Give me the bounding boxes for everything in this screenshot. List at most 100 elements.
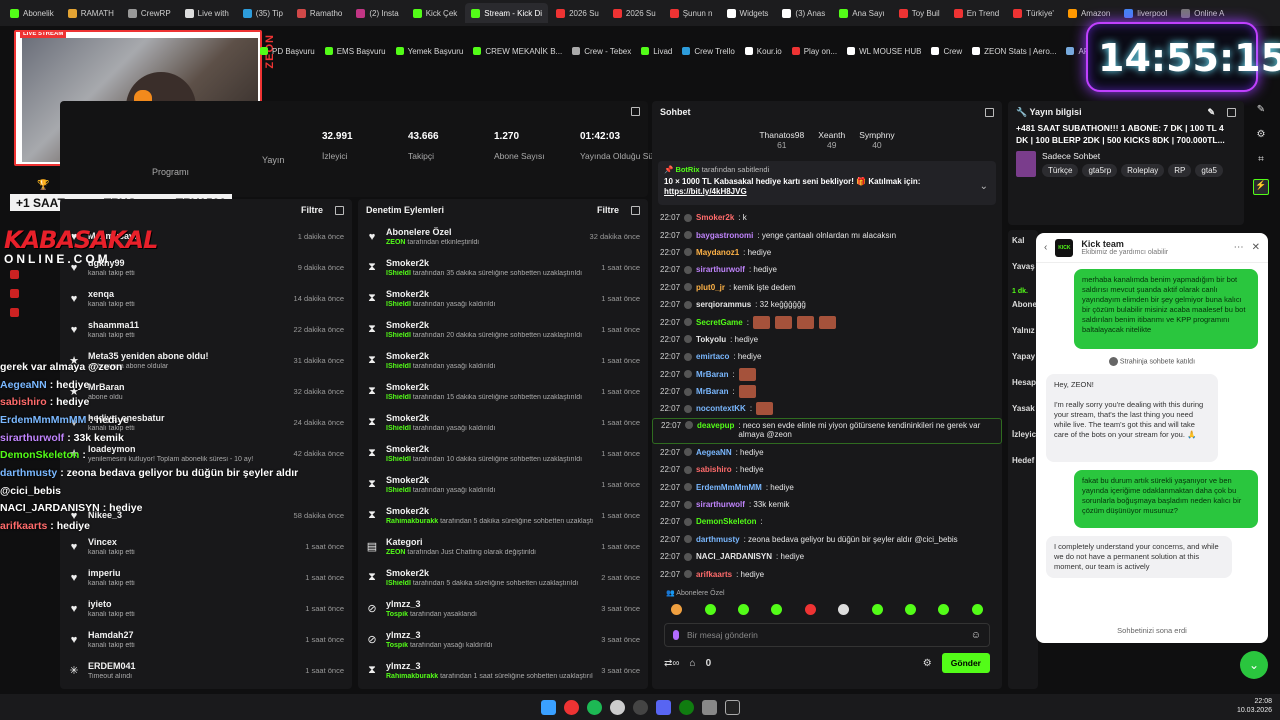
chat-username[interactable]: sirarthurwolf [696,265,745,274]
browser-tab[interactable]: Toy Buil [893,3,946,23]
chat-username[interactable]: deavepup [697,421,734,430]
app-icon[interactable] [701,699,717,715]
pinned-link[interactable]: https://bit.ly/4kH8JVG [664,187,990,196]
activity-user[interactable]: shaamma11 [88,320,286,330]
emote-icon[interactable] [904,603,916,615]
chat-username[interactable]: AegeaNN [696,448,732,457]
activity-filter-button[interactable]: Filtre [301,205,323,215]
moderation-target[interactable]: Smoker2k [386,320,593,330]
chat-input[interactable]: Bir mesaj gönderin ☺ [664,623,990,647]
browser-tab[interactable]: (2) Insta [350,3,404,23]
chat-username[interactable]: emirtaco [696,352,729,361]
chat-username[interactable]: plut0_jr [696,283,725,292]
pencil-icon[interactable]: ✎ [1257,104,1265,115]
bookmark[interactable]: PD Başvuru [260,47,315,56]
spotify-icon[interactable] [586,699,602,715]
expand-icon[interactable] [631,205,640,215]
settings-icon[interactable]: ⚙ [923,658,932,669]
bookmark[interactable]: Crew - Tebex [572,47,631,56]
category-name[interactable]: Sadece Sohbet [1042,151,1236,161]
mic-icon[interactable] [673,630,679,640]
emote-icon[interactable] [871,603,883,615]
moderator-name[interactable]: Rahimakburakk [386,673,438,680]
top-gifter[interactable]: Symphny 40 [859,130,894,150]
grid-icon[interactable]: ⌗ [1258,154,1264,165]
browser-tab[interactable]: Abonelik [4,3,60,23]
chat-username[interactable]: MrBaran [696,370,728,379]
browser-tab[interactable]: (35) Tip [237,3,289,23]
moderator-name[interactable]: IShieldI [386,363,411,370]
moderator-name[interactable]: Rahimakburakk [386,518,438,525]
expand-icon[interactable] [985,107,994,117]
chat-username[interactable]: serqiorammus [696,300,751,309]
emote-icon[interactable] [804,603,816,615]
chat-username[interactable]: SecretGame [696,318,743,327]
chat-username[interactable]: MrBaran [696,387,728,396]
chat-username[interactable]: darthmusty [696,535,740,544]
browser-tab[interactable]: Şunun n [664,3,719,23]
bookmark[interactable]: WL MOUSE HUB [847,47,921,56]
browser-tab[interactable]: 2026 Su [550,3,605,23]
browser-tab[interactable]: Ramatho [291,3,348,23]
close-icon[interactable]: ✕ [1252,242,1260,253]
tag-chip[interactable]: gta5rp [1082,164,1118,177]
chevron-down-icon[interactable]: ⌄ [980,181,988,192]
moderation-target[interactable]: Smoker2k [386,506,593,516]
expand-icon[interactable] [335,205,344,215]
moderator-name[interactable]: IShieldI [386,270,411,277]
emote-icon[interactable] [671,603,683,615]
emote-icon[interactable] [971,603,983,615]
bookmark[interactable]: ZEON Stats | Aero... [972,47,1056,56]
bookmark[interactable]: Play on... [791,47,837,56]
activity-user[interactable]: iyieto [88,599,297,609]
grid-icon[interactable] [9,289,19,298]
browser-tab[interactable]: Türkiye' [1007,3,1060,23]
bolt-icon[interactable]: ⚡ [1253,179,1269,195]
moderator-name[interactable]: IShieldI [386,580,411,587]
moderator-name[interactable]: IShieldI [386,425,411,432]
tag-chip[interactable]: Roleplay [1121,164,1165,177]
steam-icon[interactable] [609,699,625,715]
emote-icon[interactable] [737,603,749,615]
more-icon[interactable]: ⋯ [1234,242,1244,253]
moderator-name[interactable]: IShieldI [386,301,411,308]
bookmark[interactable]: Crew [931,47,962,56]
bookmark[interactable]: Kour.io [744,47,782,56]
moderation-filter-button[interactable]: Filtre [597,205,619,215]
chat-username[interactable]: Maydanoz1 [696,248,739,257]
expand-icon[interactable] [1227,107,1236,117]
epic-icon[interactable] [724,699,740,715]
chat-username[interactable]: sirarthurwolf [696,500,745,509]
moderator-name[interactable]: IShieldI [386,332,411,339]
browser-tab[interactable]: Ana Sayı [833,3,890,23]
emote-icon[interactable] [838,603,850,615]
browser-tab[interactable]: (3) Anas [776,3,831,23]
browser-tab[interactable]: Widgets [721,3,775,23]
moderator-name[interactable]: Tospik [386,611,408,618]
windows-icon[interactable] [540,699,556,715]
chrome-icon[interactable] [563,699,579,715]
browser-tab[interactable]: Live with [179,3,235,23]
bookmark[interactable]: EMS Başvuru [324,47,386,56]
browser-tab[interactable]: Kick Çek [407,3,464,23]
mail-icon[interactable] [9,308,19,317]
moderation-target[interactable]: Smoker2k [386,289,593,299]
moderator-name[interactable]: IShieldI [386,487,411,494]
moderation-target[interactable]: Smoker2k [386,475,593,485]
bookmark[interactable]: CREW MEKANİK B... [473,47,562,56]
chat-username[interactable]: Tokyolu [696,335,726,344]
moderation-target[interactable]: ylmzz_3 [386,599,593,609]
browser-tab[interactable]: En Trend [948,3,1005,23]
moderator-name[interactable]: ZEON [386,549,405,556]
activity-user[interactable]: xenqa [88,289,286,299]
edit-icon[interactable]: ✎ [1207,107,1215,118]
moderator-name[interactable]: IShieldI [386,456,411,463]
moderation-target[interactable]: ylmzz_3 [386,630,593,640]
chat-username[interactable]: sabishiro [696,465,732,474]
discord-icon[interactable] [655,699,671,715]
emote-icon[interactable] [771,603,783,615]
browser-tab[interactable]: liverpool [1118,3,1173,23]
moderation-target[interactable]: Smoker2k [386,258,593,268]
tag-chip[interactable]: RP [1168,164,1192,177]
tag-chip[interactable]: Türkçe [1042,164,1079,177]
